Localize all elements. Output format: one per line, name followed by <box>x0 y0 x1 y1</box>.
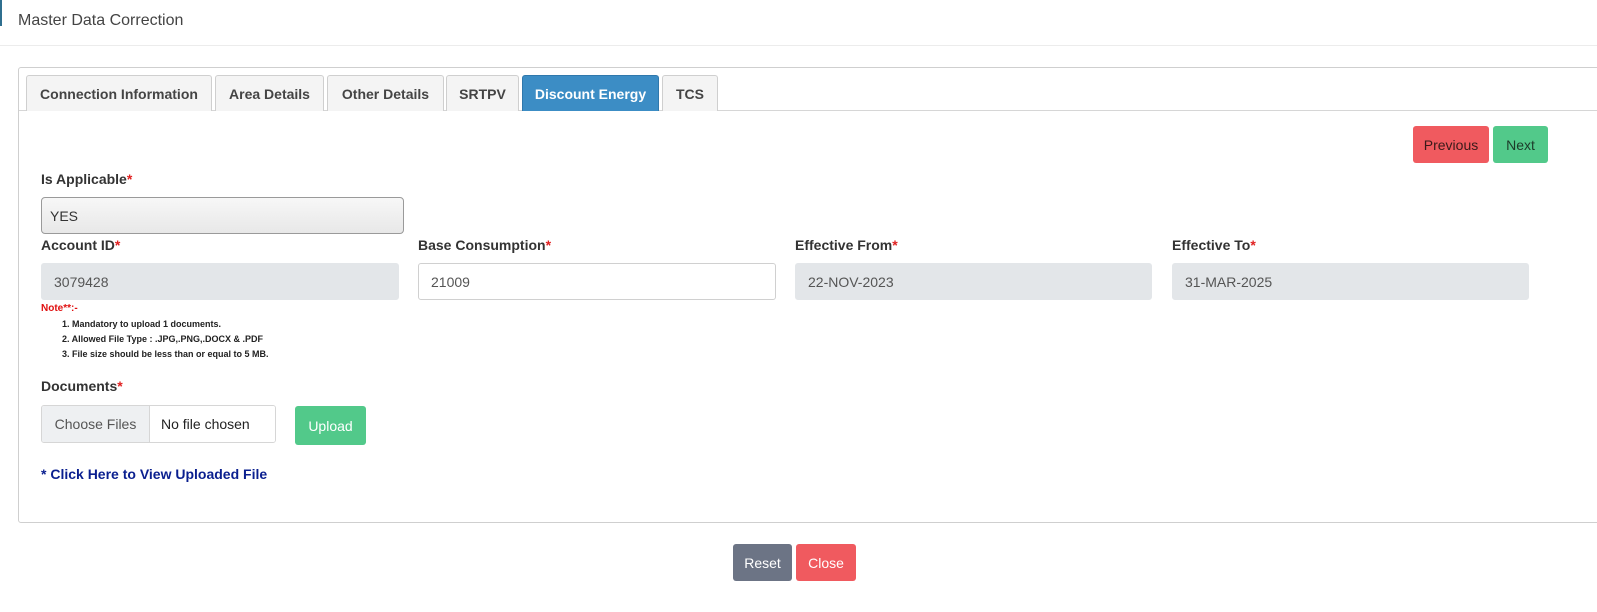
note-item: 3. File size should be less than or equa… <box>62 349 269 359</box>
choose-files-button[interactable]: Choose Files <box>42 406 150 442</box>
page-title: Master Data Correction <box>18 12 184 29</box>
required-asterisk: * <box>892 237 898 253</box>
view-uploaded-file-link[interactable]: * Click Here to View Uploaded File <box>41 466 267 482</box>
required-asterisk: * <box>1250 237 1256 253</box>
required-asterisk: * <box>114 237 121 253</box>
upload-button[interactable]: Upload <box>295 406 366 445</box>
is-applicable-select[interactable]: YES <box>41 197 404 234</box>
required-asterisk: * <box>126 171 133 187</box>
account-id-field: 3079428 <box>41 263 399 300</box>
note-title: Note**:- <box>41 303 78 314</box>
tab-area-details[interactable]: Area Details <box>215 75 324 111</box>
effective-from-label: Effective From* <box>795 237 898 253</box>
previous-button[interactable]: Previous <box>1413 126 1489 163</box>
tab-tcs[interactable]: TCS <box>662 75 718 111</box>
note-item: 2. Allowed File Type : .JPG,.PNG,.DOCX &… <box>62 334 264 344</box>
effective-to-label: Effective To* <box>1172 237 1256 253</box>
effective-from-field: 22-NOV-2023 <box>795 263 1152 300</box>
note-list: 1. Mandatory to upload 1 documents. 2. A… <box>62 317 269 362</box>
required-asterisk: * <box>117 378 123 394</box>
tab-connection-information[interactable]: Connection Information <box>26 75 212 111</box>
next-button[interactable]: Next <box>1493 126 1548 163</box>
note-item: 1. Mandatory to upload 1 documents. <box>62 319 222 329</box>
tab-bar: Connection Information Area Details Othe… <box>19 68 1597 111</box>
account-id-label: Account ID* <box>41 237 121 253</box>
tab-discount-energy[interactable]: Discount Energy <box>522 75 659 111</box>
file-picker[interactable]: Choose Files No file chosen <box>41 405 276 443</box>
base-consumption-input[interactable]: 21009 <box>418 263 776 300</box>
documents-label: Documents* <box>41 378 123 394</box>
page-header: Master Data Correction <box>0 0 1597 46</box>
file-status: No file chosen <box>150 406 275 442</box>
tab-other-details[interactable]: Other Details <box>327 75 444 111</box>
effective-to-field: 31-MAR-2025 <box>1172 263 1529 300</box>
is-applicable-label: Is Applicable* <box>41 171 133 187</box>
close-button[interactable]: Close <box>796 544 856 581</box>
required-asterisk: * <box>545 237 552 253</box>
header-accent-bar <box>0 0 2 26</box>
tab-srtpv[interactable]: SRTPV <box>446 75 519 111</box>
base-consumption-label: Base Consumption* <box>418 237 552 253</box>
reset-button[interactable]: Reset <box>733 544 792 581</box>
